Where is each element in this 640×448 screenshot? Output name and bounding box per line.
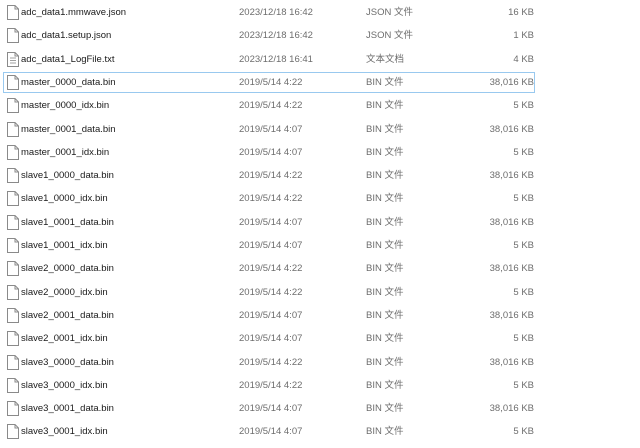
bin-file-icon: [7, 74, 19, 90]
file-row[interactable]: adc_data1_LogFile.txt 2023/12/18 16:41 文本文…: [3, 49, 535, 70]
file-row[interactable]: slave3_0000_idx.bin 2019/5/14 4:22 BIN 文件 5…: [3, 375, 535, 396]
bin-file-icon: [7, 307, 19, 323]
file-modified-date: 2023/12/18 16:41: [239, 53, 313, 65]
bin-file-icon: [7, 331, 19, 347]
file-row[interactable]: slave1_0001_idx.bin 2019/5/14 4:07 BIN 文件 5…: [3, 235, 535, 256]
file-size: 5 KB: [513, 146, 534, 158]
file-modified-date: 2019/5/14 4:07: [239, 240, 303, 251]
bin-file-icon: [7, 168, 19, 184]
file-row[interactable]: master_0001_data.bin 2019/5/14 4:07 BIN 文件…: [3, 119, 535, 140]
file-size: 5 KB: [513, 240, 534, 251]
file-row[interactable]: slave1_0000_idx.bin 2019/5/14 4:22 BIN 文件 5…: [3, 188, 535, 209]
json-file-icon: [7, 28, 19, 44]
file-name: slave3_0000_idx.bin: [21, 379, 108, 391]
bin-file-icon: [7, 98, 19, 114]
file-modified-date: 2019/5/14 4:22: [239, 263, 303, 275]
file-size: 38,016 KB: [489, 356, 534, 368]
file-size: 38,016 KB: [489, 216, 534, 228]
bin-file-icon: [7, 214, 19, 230]
file-row[interactable]: slave3_0001_data.bin 2019/5/14 4:07 BIN 文件…: [3, 398, 535, 419]
file-row[interactable]: slave1_0000_data.bin 2019/5/14 4:22 BIN 文件…: [3, 165, 535, 186]
bin-file-icon: [7, 191, 19, 207]
bin-file-icon: [7, 424, 19, 440]
file-size: 5 KB: [513, 100, 534, 112]
bin-file-icon: [7, 354, 19, 370]
file-size: 5 KB: [513, 379, 534, 391]
text-file-icon: [7, 51, 19, 67]
file-modified-date: 2019/5/14 4:22: [239, 100, 303, 112]
file-name: slave2_0000_idx.bin: [21, 286, 108, 298]
file-size: 38,016 KB: [489, 123, 534, 135]
file-name: master_0001_data.bin: [21, 123, 116, 135]
file-row[interactable]: master_0000_data.bin 2019/5/14 4:22 BIN 文件…: [3, 71, 535, 93]
file-name: slave2_0001_data.bin: [21, 309, 114, 321]
file-modified-date: 2019/5/14 4:22: [239, 76, 303, 88]
file-name: slave3_0001_idx.bin: [21, 426, 108, 438]
file-modified-date: 2019/5/14 4:07: [239, 426, 303, 438]
file-modified-date: 2019/5/14 4:07: [239, 333, 303, 345]
file-modified-date: 2019/5/14 4:22: [239, 170, 303, 182]
file-name: slave2_0001_idx.bin: [21, 333, 108, 345]
json-file-icon: [7, 5, 19, 20]
file-row[interactable]: slave1_0001_data.bin 2019/5/14 4:07 BIN 文件…: [3, 212, 535, 233]
file-row[interactable]: master_0001_idx.bin 2019/5/14 4:07 BIN 文件 5…: [3, 142, 535, 163]
file-row[interactable]: slave3_0000_data.bin 2019/5/14 4:22 BIN 文件…: [3, 352, 535, 373]
bin-file-icon: [7, 377, 19, 393]
bin-file-icon: [7, 401, 19, 417]
file-name: adc_data1.mmwave.json: [21, 7, 127, 18]
file-modified-date: 2019/5/14 4:07: [239, 123, 303, 135]
file-row[interactable]: slave2_0001_data.bin 2019/5/14 4:07 BIN 文件…: [3, 305, 535, 326]
file-modified-date: 2019/5/14 4:22: [239, 193, 303, 205]
bin-file-icon: [7, 238, 19, 253]
file-size: 5 KB: [513, 426, 534, 438]
file-name: slave3_0000_data.bin: [21, 356, 114, 368]
file-name: adc_data1_LogFile.txt: [21, 53, 115, 65]
file-modified-date: 2019/5/14 4:22: [239, 379, 303, 391]
file-modified-date: 2023/12/18 16:42: [239, 30, 313, 42]
file-row[interactable]: slave2_0000_idx.bin 2019/5/14 4:22 BIN 文件 5…: [3, 282, 535, 303]
file-size: 38,016 KB: [489, 76, 534, 88]
bin-file-icon: [7, 284, 19, 300]
file-size: 38,016 KB: [489, 309, 534, 321]
file-name: slave3_0001_data.bin: [21, 403, 114, 415]
file-size: 5 KB: [513, 286, 534, 298]
file-row[interactable]: master_0000_idx.bin 2019/5/14 4:22 BIN 文件 5…: [3, 95, 535, 116]
file-modified-date: 2019/5/14 4:07: [239, 309, 303, 321]
file-modified-date: 2019/5/14 4:07: [239, 146, 303, 158]
file-name: slave1_0000_data.bin: [21, 170, 114, 182]
file-modified-date: 2019/5/14 4:22: [239, 356, 303, 368]
file-name: master_0000_idx.bin: [21, 100, 110, 112]
file-name: slave2_0000_data.bin: [21, 263, 114, 275]
file-name: slave1_0001_idx.bin: [21, 240, 108, 251]
bin-file-icon: [7, 121, 19, 137]
file-size: 1 KB: [513, 30, 534, 42]
file-name: slave1_0000_idx.bin: [21, 193, 108, 205]
file-modified-date: 2023/12/18 16:42: [239, 7, 313, 18]
bin-file-icon: [7, 261, 19, 277]
file-modified-date: 2019/5/14 4:22: [239, 286, 303, 298]
file-list: adc_data1.mmwave.json 2023/12/18 16:42 JSO…: [0, 0, 640, 448]
file-name: master_0001_idx.bin: [21, 146, 110, 158]
file-row[interactable]: slave2_0001_idx.bin 2019/5/14 4:07 BIN 文件 5…: [3, 328, 535, 349]
file-name: slave1_0001_data.bin: [21, 216, 114, 228]
file-row[interactable]: adc_data1.mmwave.json 2023/12/18 16:42 JSO…: [3, 2, 535, 23]
file-name: master_0000_data.bin: [21, 76, 116, 88]
file-size: 38,016 KB: [489, 403, 534, 415]
file-size: 38,016 KB: [489, 263, 534, 275]
file-row[interactable]: slave2_0000_data.bin 2019/5/14 4:22 BIN 文件…: [3, 258, 535, 279]
file-row[interactable]: adc_data1.setup.json 2023/12/18 16:42 JSON…: [3, 25, 535, 46]
bin-file-icon: [7, 144, 19, 160]
file-name: adc_data1.setup.json: [21, 30, 112, 42]
file-modified-date: 2019/5/14 4:07: [239, 403, 303, 415]
file-size: 38,016 KB: [489, 170, 534, 182]
file-size: 16 KB: [508, 7, 534, 18]
file-modified-date: 2019/5/14 4:07: [239, 216, 303, 228]
file-row[interactable]: slave3_0001_idx.bin 2019/5/14 4:07 BIN 文件 5…: [3, 421, 535, 442]
file-size: 4 KB: [513, 53, 534, 65]
file-size: 5 KB: [513, 333, 534, 345]
file-size: 5 KB: [513, 193, 534, 205]
